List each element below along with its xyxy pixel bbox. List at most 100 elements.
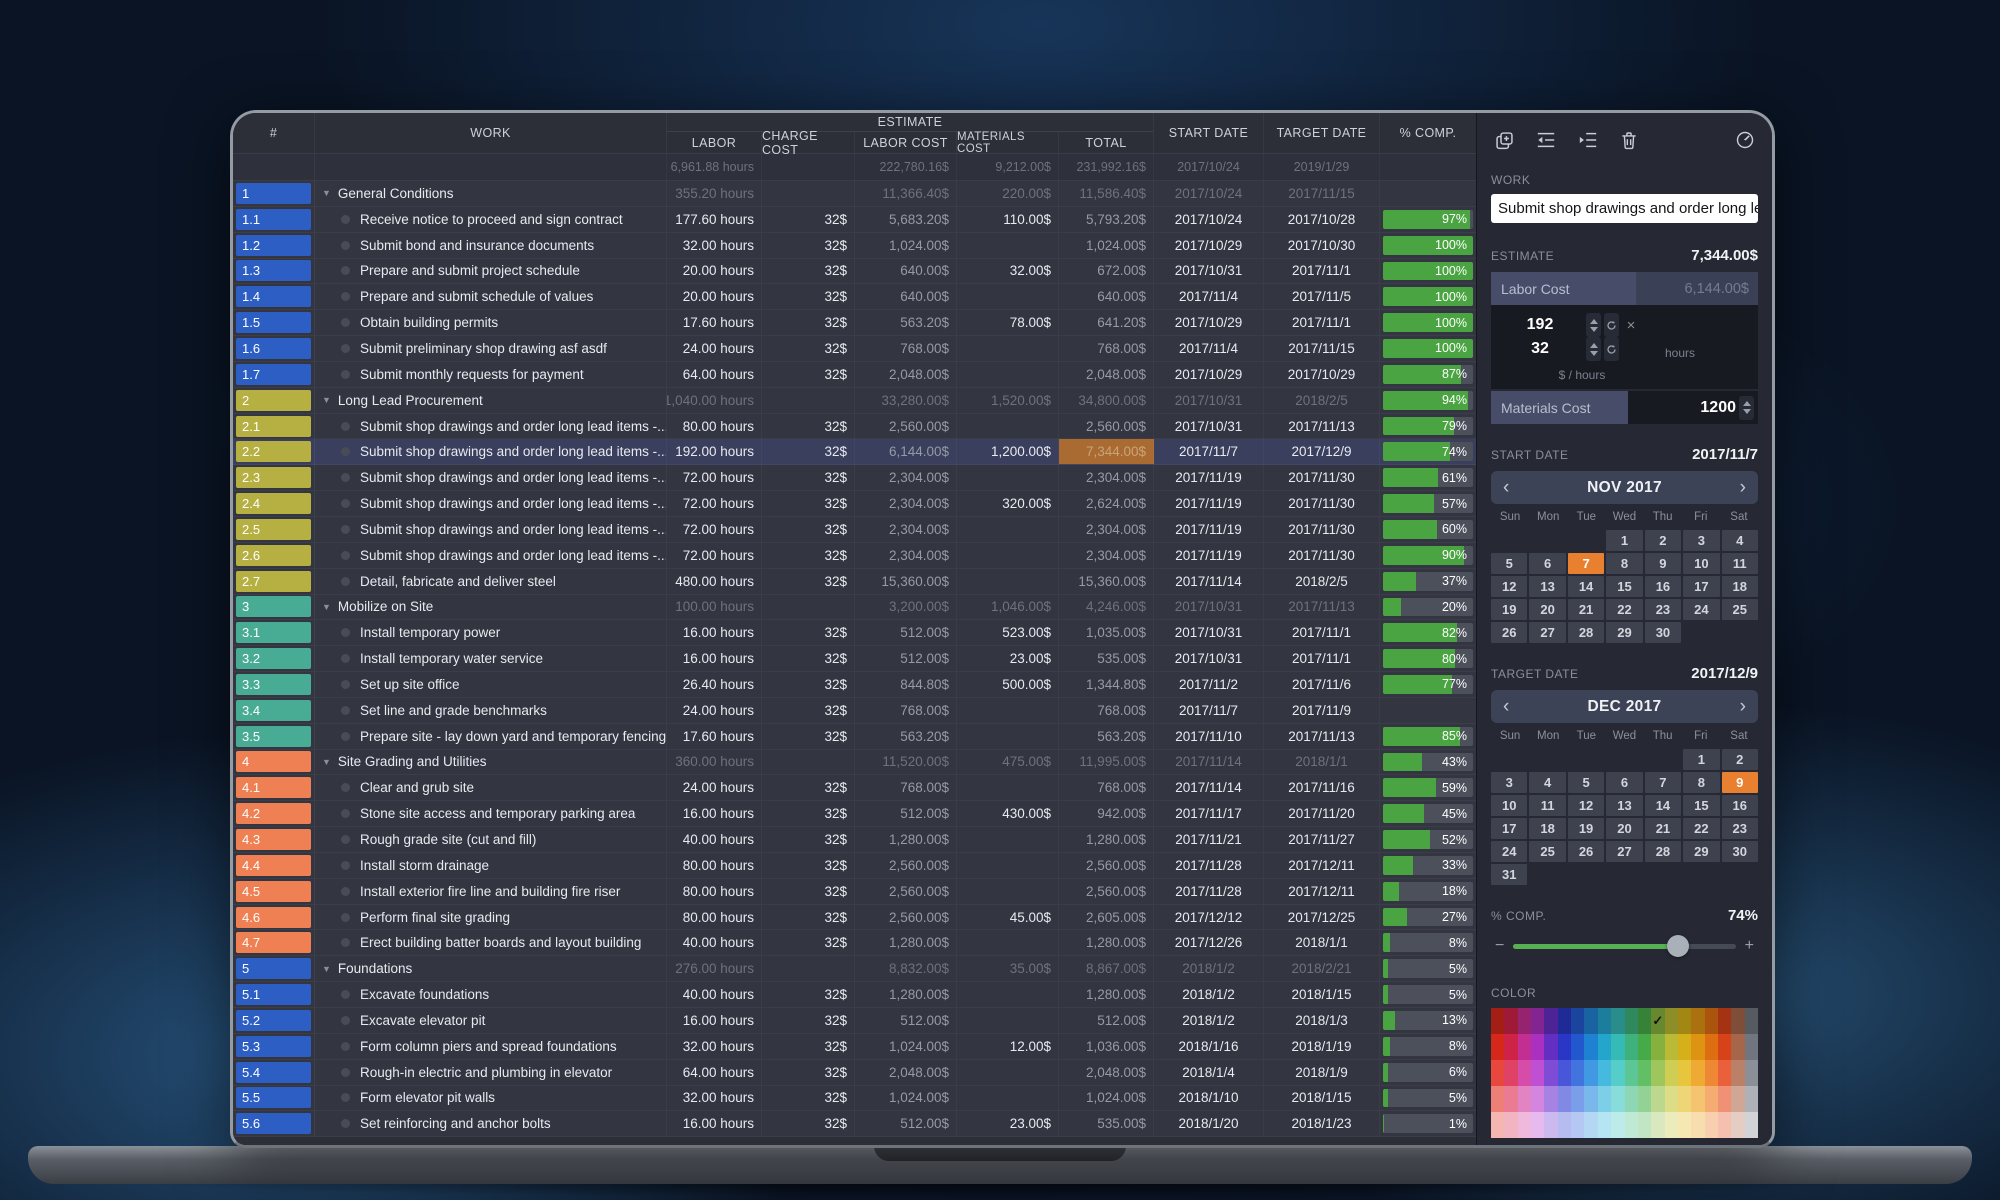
color-swatch[interactable] xyxy=(1598,1086,1611,1112)
color-swatch[interactable] xyxy=(1638,1060,1651,1086)
rate-stepper[interactable]: 32 xyxy=(1497,337,1619,361)
calendar-day[interactable]: 1 xyxy=(1683,749,1719,770)
color-swatch[interactable] xyxy=(1491,1008,1504,1034)
calendar-day[interactable]: 3 xyxy=(1491,772,1527,793)
color-swatch[interactable] xyxy=(1491,1060,1504,1086)
duplicate-icon[interactable] xyxy=(1494,130,1515,151)
color-swatch[interactable] xyxy=(1625,1112,1638,1138)
table-row[interactable]: 1▼General Conditions355.20 hours11,366.4… xyxy=(233,181,1476,207)
calendar-day[interactable]: 4 xyxy=(1529,772,1565,793)
materials-cost-stepper[interactable]: 1200 xyxy=(1628,391,1759,424)
calendar-day[interactable]: 12 xyxy=(1491,576,1527,597)
calendar-day[interactable]: 6 xyxy=(1606,772,1642,793)
color-swatch[interactable] xyxy=(1571,1034,1584,1060)
color-swatch[interactable] xyxy=(1558,1034,1571,1060)
color-swatch[interactable] xyxy=(1518,1034,1531,1060)
calendar-day[interactable]: 11 xyxy=(1529,795,1565,816)
calendar-day[interactable]: 13 xyxy=(1529,576,1565,597)
color-swatch[interactable] xyxy=(1718,1086,1731,1112)
rate-value[interactable]: 32 xyxy=(1497,340,1583,358)
table-row[interactable]: 4.7Erect building batter boards and layo… xyxy=(233,930,1476,956)
color-swatch[interactable] xyxy=(1705,1112,1718,1138)
calendar-day[interactable]: 18 xyxy=(1529,818,1565,839)
table-row[interactable]: 1.6Submit preliminary shop drawing asf a… xyxy=(233,336,1476,362)
color-swatch[interactable] xyxy=(1731,1008,1744,1034)
calendar-day[interactable]: 19 xyxy=(1491,599,1527,620)
table-row[interactable]: 3.2Install temporary water service16.00 … xyxy=(233,646,1476,672)
color-swatch[interactable] xyxy=(1731,1060,1744,1086)
color-swatch[interactable] xyxy=(1598,1008,1611,1034)
calendar-day[interactable]: 26 xyxy=(1491,622,1527,643)
color-swatch[interactable] xyxy=(1504,1060,1517,1086)
calendar-day[interactable]: 6 xyxy=(1529,553,1565,574)
calendar-day[interactable]: 28 xyxy=(1568,622,1604,643)
color-swatch[interactable] xyxy=(1665,1034,1678,1060)
table-row[interactable]: 4.2Stone site access and temporary parki… xyxy=(233,801,1476,827)
table-row[interactable]: 4▼Site Grading and Utilities360.00 hours… xyxy=(233,750,1476,776)
color-swatch[interactable] xyxy=(1518,1008,1531,1034)
color-swatch[interactable] xyxy=(1491,1086,1504,1112)
calendar-day[interactable]: 19 xyxy=(1568,818,1604,839)
next-month-icon[interactable]: › xyxy=(1740,697,1746,716)
calendar-day[interactable]: 20 xyxy=(1606,818,1642,839)
table-row[interactable]: 5.5Form elevator pit walls32.00 hours32$… xyxy=(233,1086,1476,1112)
color-swatch[interactable] xyxy=(1544,1060,1557,1086)
color-swatch[interactable] xyxy=(1691,1034,1704,1060)
color-swatch[interactable] xyxy=(1491,1034,1504,1060)
calendar-day[interactable]: 22 xyxy=(1606,599,1642,620)
color-swatch[interactable] xyxy=(1691,1086,1704,1112)
color-swatch[interactable] xyxy=(1584,1060,1597,1086)
color-swatch[interactable] xyxy=(1651,1086,1664,1112)
color-swatch[interactable] xyxy=(1651,1060,1664,1086)
calendar-day[interactable]: 9 xyxy=(1645,553,1681,574)
color-swatch[interactable] xyxy=(1625,1060,1638,1086)
table-row[interactable]: 5.6Set reinforcing and anchor bolts16.00… xyxy=(233,1111,1476,1137)
color-swatch[interactable] xyxy=(1611,1034,1624,1060)
calendar-day[interactable]: 17 xyxy=(1683,576,1719,597)
next-month-icon[interactable]: › xyxy=(1740,478,1746,497)
table-row[interactable]: 3▼Mobilize on Site100.00 hours3,200.00$1… xyxy=(233,595,1476,621)
color-swatch[interactable] xyxy=(1678,1034,1691,1060)
color-swatch[interactable] xyxy=(1531,1112,1544,1138)
color-swatch[interactable] xyxy=(1638,1086,1651,1112)
calendar-day[interactable]: 27 xyxy=(1606,841,1642,862)
calendar-day[interactable]: 17 xyxy=(1491,818,1527,839)
table-row[interactable]: 2.4Submit shop drawings and order long l… xyxy=(233,491,1476,517)
color-swatch[interactable] xyxy=(1544,1086,1557,1112)
color-swatch[interactable] xyxy=(1665,1008,1678,1034)
color-swatch[interactable] xyxy=(1745,1034,1758,1060)
color-swatch[interactable] xyxy=(1584,1008,1597,1034)
table-row[interactable]: 2.7Detail, fabricate and deliver steel48… xyxy=(233,569,1476,595)
color-swatch[interactable] xyxy=(1691,1112,1704,1138)
hours-stepper[interactable]: 192 xyxy=(1497,313,1619,337)
color-swatch[interactable] xyxy=(1691,1008,1704,1034)
table-row[interactable]: 4.3Rough grade site (cut and fill)40.00 … xyxy=(233,827,1476,853)
calendar-day[interactable]: 8 xyxy=(1683,772,1719,793)
calendar-day[interactable]: 24 xyxy=(1683,599,1719,620)
color-swatch[interactable] xyxy=(1691,1060,1704,1086)
calendar-day[interactable]: 12 xyxy=(1568,795,1604,816)
calendar-day[interactable]: 5 xyxy=(1568,772,1604,793)
indent-icon[interactable] xyxy=(1577,130,1599,150)
color-swatch[interactable] xyxy=(1558,1008,1571,1034)
calendar-day[interactable]: 18 xyxy=(1722,576,1758,597)
calendar-day[interactable]: 15 xyxy=(1606,576,1642,597)
color-swatch[interactable] xyxy=(1745,1008,1758,1034)
table-row[interactable]: 2.3Submit shop drawings and order long l… xyxy=(233,465,1476,491)
color-swatch[interactable] xyxy=(1625,1034,1638,1060)
calendar-day[interactable]: 11 xyxy=(1722,553,1758,574)
color-swatch[interactable] xyxy=(1558,1112,1571,1138)
table-row[interactable]: 3.5Prepare site - lay down yard and temp… xyxy=(233,724,1476,750)
color-swatch[interactable] xyxy=(1531,1060,1544,1086)
table-row[interactable]: 2.6Submit shop drawings and order long l… xyxy=(233,543,1476,569)
calendar-day[interactable]: 10 xyxy=(1491,795,1527,816)
color-swatch[interactable] xyxy=(1504,1086,1517,1112)
table-row[interactable]: 4.4Install storm drainage80.00 hours32$2… xyxy=(233,853,1476,879)
color-swatch[interactable] xyxy=(1745,1112,1758,1138)
table-row[interactable]: 2.5Submit shop drawings and order long l… xyxy=(233,517,1476,543)
calendar-day-selected[interactable]: 9 xyxy=(1722,772,1758,793)
rate-reset-icon[interactable] xyxy=(1604,337,1619,361)
calendar-day[interactable]: 25 xyxy=(1529,841,1565,862)
color-swatch[interactable] xyxy=(1638,1008,1651,1034)
materials-cost-value[interactable]: 1200 xyxy=(1700,399,1736,417)
